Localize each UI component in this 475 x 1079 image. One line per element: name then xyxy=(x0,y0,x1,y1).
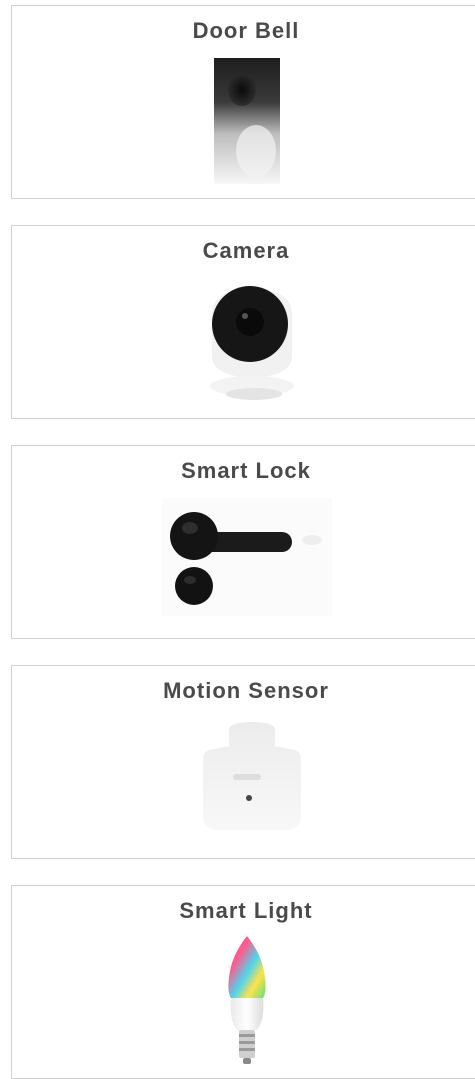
smart-lock-icon xyxy=(162,498,332,616)
device-card-smart-light[interactable]: Smart Light xyxy=(11,885,475,1079)
device-title: Door Bell xyxy=(192,18,300,43)
device-title: Motion Sensor xyxy=(163,678,329,703)
doorbell-icon xyxy=(214,58,280,184)
motion-sensor-icon xyxy=(203,722,301,830)
smart-light-icon xyxy=(228,936,266,1064)
device-title: Camera xyxy=(202,238,290,263)
device-title: Smart Lock xyxy=(181,458,311,483)
device-card-smart-lock[interactable]: Smart Lock xyxy=(11,445,475,639)
camera-icon xyxy=(202,276,302,406)
device-title: Smart Light xyxy=(179,898,313,923)
device-card-motion-sensor[interactable]: Motion Sensor xyxy=(11,665,475,859)
device-card-door-bell[interactable]: Door Bell xyxy=(11,5,475,199)
device-card-camera[interactable]: Camera xyxy=(11,225,475,419)
